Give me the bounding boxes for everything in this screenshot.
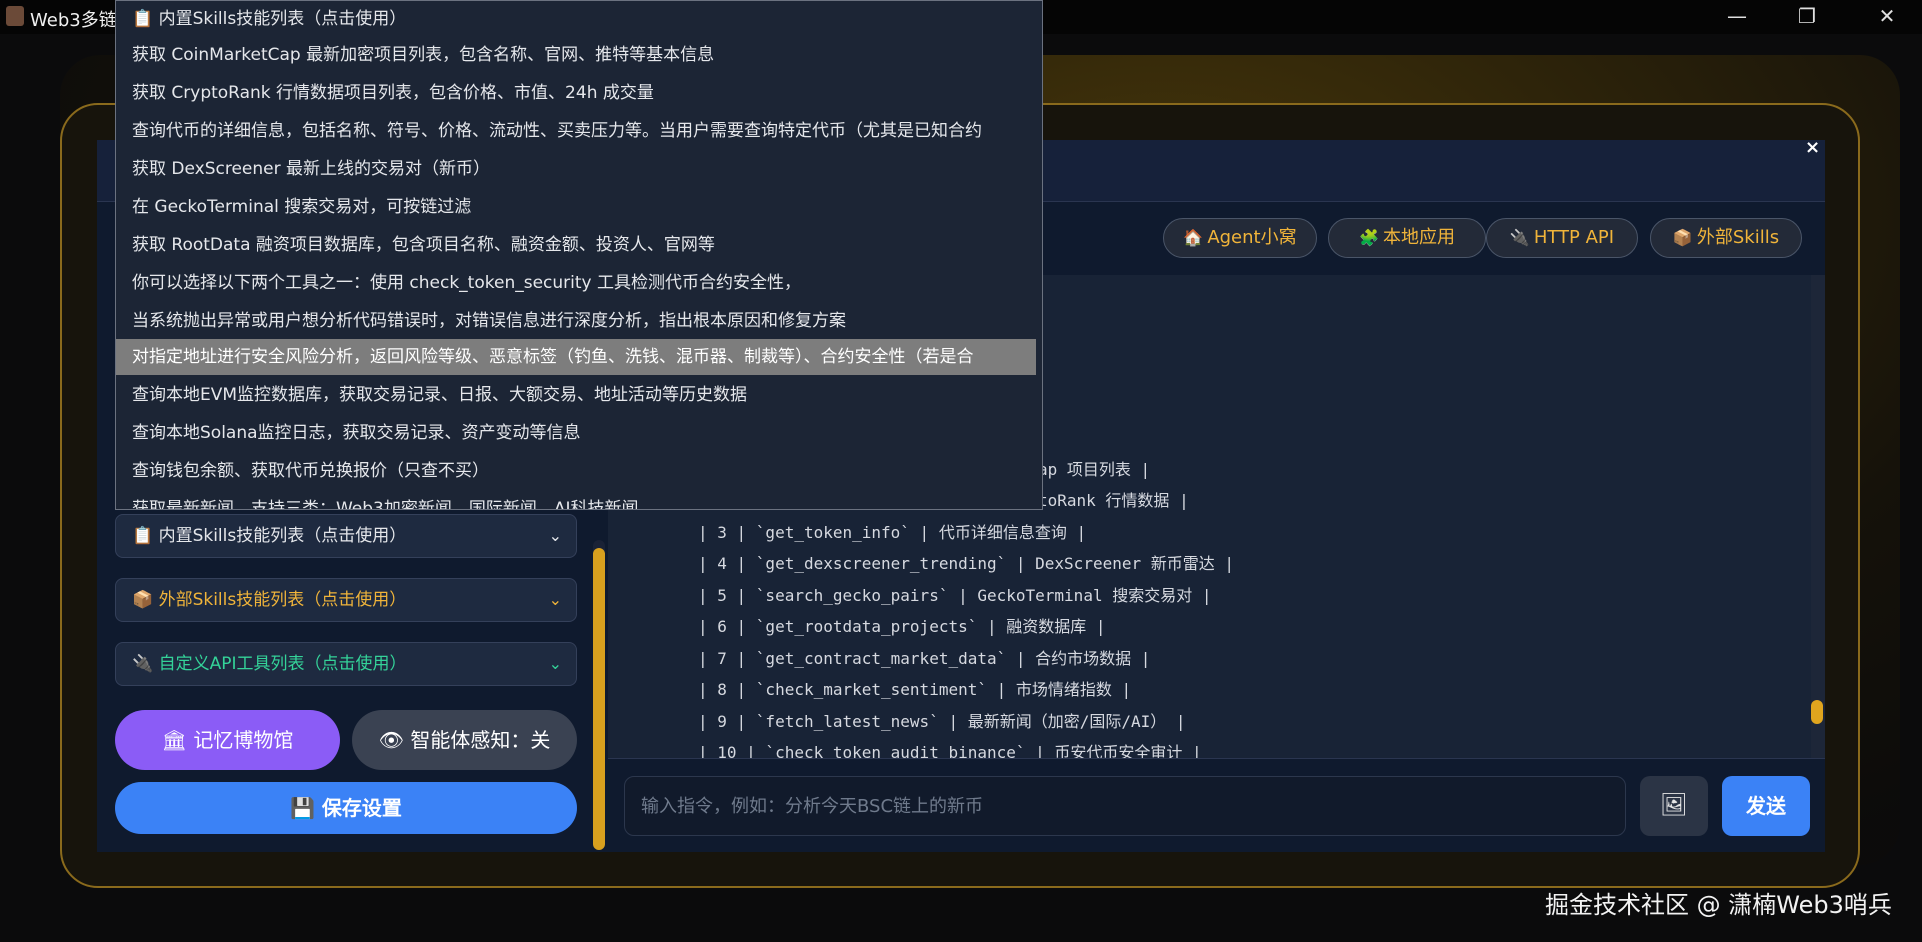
dropdown-option[interactable]: 查询本地EVM监控数据库，获取交易记录、日报、大额交易、地址活动等历史数据 (116, 377, 1036, 413)
chat-line: | 9 | `fetch_latest_news` | 最新新闻（加密/国际/A… (698, 712, 1186, 731)
dropdown-option[interactable]: 查询代币的详细信息，包括名称、符号、价格、流动性、买卖压力等。当用户需要查询特定… (116, 113, 1036, 149)
puzzle-icon: 🧩 (1359, 228, 1379, 247)
image-icon: 🖼 (1660, 793, 1688, 818)
tab-label: 本地应用 (1382, 227, 1455, 248)
builtin-skills-select-label: 📋 内置Skills技能列表（点击使用） (132, 526, 407, 546)
plug-icon: 🔌 (1509, 228, 1530, 247)
dropdown-option[interactable]: 当系统抛出异常或用户想分析代码错误时，对错误信息进行深度分析，指出根本原因和修复… (116, 303, 1036, 339)
chat-line: | 3 | `get_token_info` | 代币详细信息查询 | (698, 523, 1087, 542)
builtin-skills-select[interactable]: 📋 内置Skills技能列表（点击使用） ⌄ (115, 514, 577, 558)
dropdown-option[interactable]: 获取 CryptoRank 行情数据项目列表，包含价格、市值、24h 成交量 (116, 75, 1036, 111)
agent-awareness-toggle[interactable]: 👁 智能体感知：关 (352, 710, 577, 770)
send-button[interactable]: 发送 (1722, 776, 1810, 836)
external-skills-select-label: 📦 外部Skills技能列表（点击使用） (132, 590, 407, 610)
chat-line: | 4 | `get_dexscreener_trending` | DexSc… (698, 554, 1235, 573)
memory-museum-button[interactable]: 🏛 记忆博物馆 (115, 710, 340, 770)
tab-label: Agent小窝 (1207, 227, 1297, 248)
watermark-text: 掘金技术社区 @ 潇楠Web3哨兵 (1545, 891, 1892, 919)
tab-http-api[interactable]: 🔌 HTTP API (1486, 218, 1638, 258)
chat-scrollbar-thumb[interactable] (1811, 700, 1823, 724)
app-avatar-icon (6, 6, 24, 26)
chat-line: | 6 | `get_rootdata_projects` | 融资数据库 | (698, 617, 1106, 636)
dropdown-option-highlighted[interactable]: 对指定地址进行安全风险分析，返回风险等级、恶意标签（钓鱼、洗钱、混币器、制裁等）… (116, 339, 1036, 375)
home-icon: 🏠 (1183, 228, 1204, 247)
window-title: Web3多链 (30, 10, 117, 31)
chat-line: toRank 行情数据 | (1038, 491, 1189, 510)
dropdown-option[interactable]: 获取 CoinMarketCap 最新加密项目列表，包含名称、官网、推特等基本信… (116, 37, 1036, 73)
dropdown-option[interactable]: 查询本地Solana监控日志，获取交易记录、资产变动等信息 (116, 415, 1036, 451)
tab-label: 外部Skills (1696, 227, 1780, 248)
dropdown-option[interactable]: 获取 DexScreener 最新上线的交易对（新币） (116, 151, 1036, 187)
chat-line: | 7 | `get_contract_market_data` | 合约市场数… (698, 649, 1151, 668)
tab-label: HTTP API (1533, 227, 1615, 248)
dropdown-header-option[interactable]: 📋 内置Skills技能列表（点击使用） (116, 1, 1036, 37)
sidebar-scrollbar-thumb[interactable] (593, 548, 605, 850)
close-window-button[interactable]: ✕ (1852, 0, 1922, 34)
chevron-down-icon: ⌄ (548, 654, 562, 673)
chat-line: | 5 | `search_gecko_pairs` | GeckoTermin… (698, 586, 1212, 605)
chat-line: | 8 | `check_market_sentiment` | 市场情绪指数 … (698, 680, 1132, 699)
modal-close-button[interactable]: × (1805, 137, 1820, 158)
save-settings-button[interactable]: 💾 保存设置 (115, 782, 577, 834)
custom-api-select[interactable]: 🔌 自定义API工具列表（点击使用） ⌄ (115, 642, 577, 686)
dropdown-option[interactable]: 在 GeckoTerminal 搜索交易对，可按链过滤 (116, 189, 1036, 225)
external-skills-select[interactable]: 📦 外部Skills技能列表（点击使用） ⌄ (115, 578, 577, 622)
minimize-button[interactable]: — (1702, 0, 1772, 34)
package-icon: 📦 (1672, 228, 1693, 247)
tab-local-apps[interactable]: 🧩 本地应用 (1328, 218, 1486, 258)
chevron-down-icon: ⌄ (548, 526, 562, 545)
chevron-down-icon: ⌄ (548, 590, 562, 609)
custom-api-select-label: 🔌 自定义API工具列表（点击使用） (132, 654, 407, 674)
maximize-button[interactable]: ❐ (1772, 0, 1842, 34)
dropdown-option[interactable]: 获取 RootData 融资项目数据库，包含项目名称、融资金额、投资人、官网等 (116, 227, 1036, 263)
command-input[interactable] (624, 776, 1626, 836)
chat-scrollbar-track[interactable] (1811, 275, 1825, 758)
dropdown-option[interactable]: 获取最新新闻，支持三类：Web3加密新闻、国际新闻、AI科技新闻 (116, 491, 1036, 509)
image-upload-button[interactable]: 🖼 (1640, 776, 1708, 836)
dropdown-option[interactable]: 查询钱包余额、获取代币兑换报价（只查不买） (116, 453, 1036, 489)
tab-agent-home[interactable]: 🏠 Agent小窝 (1163, 218, 1317, 258)
tab-external-skills[interactable]: 📦 外部Skills (1650, 218, 1802, 258)
chat-line: ap 项目列表 | (1038, 460, 1151, 479)
builtin-skills-dropdown-list[interactable]: 📋 内置Skills技能列表（点击使用） 获取 CoinMarketCap 最新… (115, 0, 1043, 510)
dropdown-option[interactable]: 你可以选择以下两个工具之一：使用 check_token_security 工具… (116, 265, 1036, 301)
